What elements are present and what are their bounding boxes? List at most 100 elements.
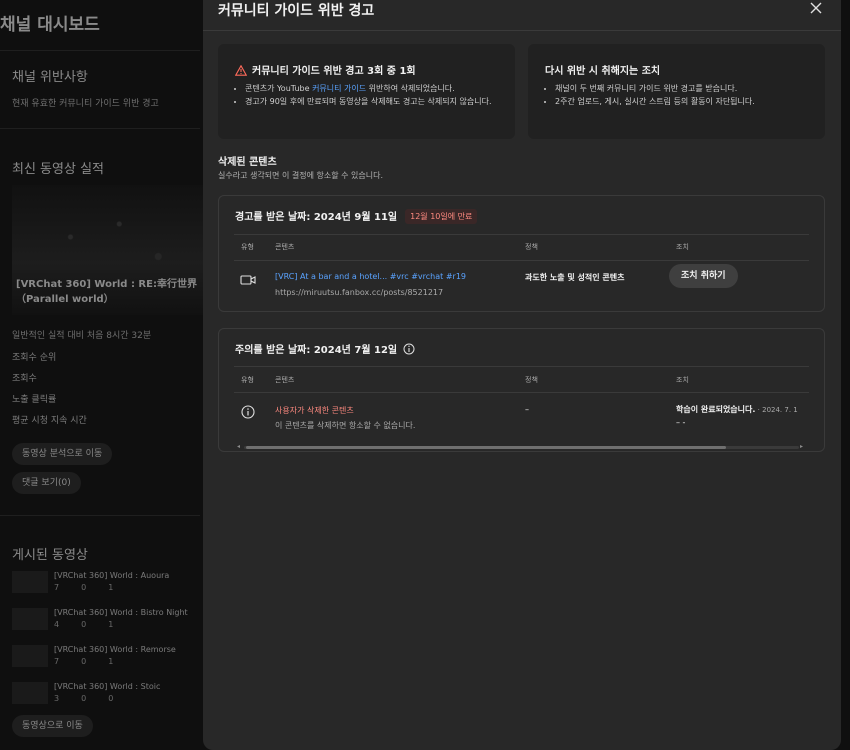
dialog-header: 커뮤니티 가이드 위반 경고 [203, 0, 841, 30]
take-action-button[interactable]: 조치 취하기 [669, 264, 738, 288]
metric-views: 조회수 [12, 374, 37, 384]
next-violation-item: 2주간 업로드, 게시, 실시간 스트림 등의 활동이 자단됩니다. [555, 95, 815, 108]
column-content: 콘텐츠 [275, 243, 295, 251]
row-divider [234, 260, 809, 261]
video-thumbnail [12, 608, 48, 630]
next-violation-list: 채널이 두 번째 커뮤니티 가이드 위반 경고를 받습니다. 2주간 업로드, … [555, 82, 815, 108]
info-icon[interactable] [403, 343, 415, 355]
divider [0, 515, 200, 516]
warning-date: 주의를 받은 날짜: 2024년 7월 12일 [235, 341, 415, 356]
row-divider [234, 392, 809, 393]
policy-text: 과도한 노출 및 성적인 콘텐츠 [525, 273, 625, 282]
strike-count-card: 커뮤니티 가이드 위반 경고 3회 중 1회 콘텐츠가 YouTube 커뮤니티… [218, 44, 515, 139]
video-thumbnail [12, 645, 48, 667]
expiry-badge: 12월 10일에 만료 [405, 209, 478, 224]
published-item[interactable]: [VRChat 360] World : Bistro Night 4 0 1 [12, 608, 202, 638]
column-content: 콘텐츠 [275, 376, 295, 384]
latest-heading: 최신 동영상 실적 [12, 162, 104, 177]
divider [0, 50, 200, 51]
column-policy: 정책 [525, 243, 538, 251]
next-violation-title: 다시 위반 시 취해지는 조치 [545, 66, 661, 77]
video-title: [VRChat 360] World : Remorse [54, 645, 176, 654]
published-item[interactable]: [VRChat 360] World : Stoic 3 0 0 [12, 682, 202, 712]
close-icon[interactable] [808, 0, 824, 16]
likes-count: 7 [54, 657, 60, 666]
column-type: 유형 [241, 376, 254, 384]
warning-box: 주의를 받은 날짜: 2024년 7월 12일 유형 콘텐츠 정책 조치 사용자… [218, 328, 825, 452]
strike-info-list: 콘텐츠가 YouTube 커뮤니티 가이드 위반하여 삭제되었습니다. 경고가 … [245, 82, 505, 108]
video-title: [VRChat 360] World : Auoura [54, 571, 170, 580]
warning-icon [235, 65, 247, 76]
published-heading: 게시된 동영상 [12, 548, 88, 563]
strike-dialog: 커뮤니티 가이드 위반 경고 커뮤니티 가이드 위반 경고 3회 중 1회 콘텐… [203, 0, 841, 750]
strike-count-title: 커뮤니티 가이드 위반 경고 3회 중 1회 [235, 62, 416, 77]
action-status-bold: 학습이 완료되었습니다. [676, 405, 756, 414]
row-divider [234, 366, 809, 367]
content-url[interactable]: https://miruutsu.fanbox.cc/posts/8521217 [275, 288, 443, 297]
next-violation-card: 다시 위반 시 취해지는 조치 채널이 두 번째 커뮤니티 가이드 위반 경고를… [528, 44, 825, 139]
dialog-title: 커뮤니티 가이드 위반 경고 [218, 3, 375, 19]
removed-content-subtitle: 실수라고 생각되면 이 결정에 항소할 수 있습니다. [218, 171, 383, 180]
shares-count: 1 [108, 583, 114, 592]
metric-rank: 조회수 순위 [12, 353, 57, 363]
column-action: 조치 [676, 243, 689, 251]
likes-count: 3 [54, 694, 60, 703]
warning-date-text: 주의를 받은 날짜: 2024년 7월 12일 [235, 345, 398, 356]
strike-date-text: 경고를 받은 날짜: 2024년 9월 11일 [235, 212, 398, 223]
scroll-left-icon[interactable]: ◂ [237, 443, 240, 450]
latest-video-title[interactable]: [VRChat 360] World : RE:幸行世界（Parallel wo… [16, 277, 206, 307]
violations-heading: 채널 위반사항 [12, 70, 88, 85]
video-thumbnail [12, 571, 48, 593]
policy-text: – [525, 405, 529, 414]
text: 콘텐츠가 YouTube [245, 84, 313, 93]
deleted-content-note: 이 콘텐츠를 삭제하면 항소할 수 없습니다. [275, 421, 416, 430]
video-title: [VRChat 360] World : Bistro Night [54, 608, 188, 617]
dashboard-title: 채널 대시보드 [0, 15, 100, 35]
metric-ctr: 노출 클릭률 [12, 395, 57, 405]
metric-avg-duration: 평균 시청 지속 시간 [12, 416, 87, 426]
comments-count: 0 [81, 583, 87, 592]
horizontal-scrollbar[interactable]: ◂ ▸ [234, 443, 809, 451]
strike-box: 경고를 받은 날짜: 2024년 9월 11일 12월 10일에 만료 유형 콘텐… [218, 195, 825, 312]
header-divider [203, 30, 841, 31]
row-divider [234, 234, 809, 235]
text: 위반하여 삭제되었습니다. [366, 84, 455, 93]
action-status-date: · 2024. 7. 1 [755, 406, 798, 414]
comments-count: 0 [81, 694, 87, 703]
strike-count-text: 커뮤니티 가이드 위반 경고 3회 중 1회 [252, 66, 416, 77]
scroll-thumb[interactable] [246, 446, 726, 449]
deleted-content-title: 사용자가 삭제한 콘텐츠 [275, 406, 354, 415]
video-camera-icon [240, 275, 256, 285]
strike-info-item: 콘텐츠가 YouTube 커뮤니티 가이드 위반하여 삭제되었습니다. [245, 82, 505, 95]
comments-count: 0 [81, 620, 87, 629]
next-violation-item: 채널이 두 번째 커뮤니티 가이드 위반 경고를 받습니다. [555, 82, 815, 95]
go-to-videos-button[interactable]: 동영상으로 이동 [12, 715, 93, 737]
content-title-link[interactable]: [VRC] At a bar and a hotel... #vrc #vrch… [275, 272, 466, 281]
column-policy: 정책 [525, 376, 538, 384]
video-title: [VRChat 360] World : Stoic [54, 682, 161, 691]
video-thumbnail [12, 682, 48, 704]
comments-count: 0 [81, 657, 87, 666]
analysis-button[interactable]: 동영상 분석으로 이동 [12, 443, 113, 465]
comments-button[interactable]: 댓글 보기(0) [12, 472, 81, 494]
likes-count: 4 [54, 620, 60, 629]
strike-info-item: 경고가 90일 후에 만료되며 동영상을 삭제해도 경고는 삭제되지 않습니다. [245, 95, 505, 108]
compare-text: 일반적인 실적 대비 처음 8시간 32분 [12, 331, 152, 341]
shares-count: 1 [108, 620, 114, 629]
removed-content-title: 삭제된 콘텐츠 [218, 157, 277, 168]
action-status: 학습이 완료되었습니다. · 2024. 7. 1 [676, 404, 798, 415]
shares-count: 1 [108, 657, 114, 666]
strike-date: 경고를 받은 날짜: 2024년 9월 11일 12월 10일에 만료 [235, 208, 478, 224]
column-type: 유형 [241, 243, 254, 251]
published-item[interactable]: [VRChat 360] World : Remorse 7 0 1 [12, 645, 202, 675]
action-status-line2: – - [676, 418, 686, 427]
column-action: 조치 [676, 376, 689, 384]
likes-count: 7 [54, 583, 60, 592]
shares-count: 0 [108, 694, 114, 703]
info-circle-icon [241, 405, 255, 419]
published-item[interactable]: [VRChat 360] World : Auoura 7 0 1 [12, 571, 202, 601]
scroll-right-icon[interactable]: ▸ [800, 443, 803, 450]
violations-text: 현재 유효한 커뮤니티 가이드 위반 경고 [12, 99, 159, 109]
guidelines-link[interactable]: 커뮤니티 가이드 [312, 84, 366, 93]
divider [0, 128, 200, 129]
